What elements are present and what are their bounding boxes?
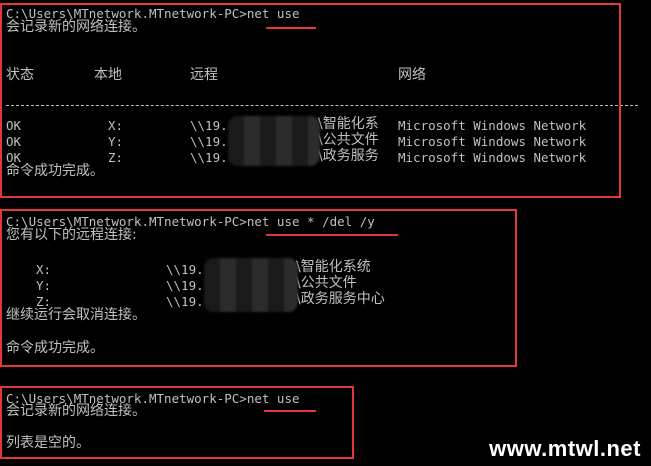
highlight-box-2 (0, 209, 517, 367)
underline-2 (266, 234, 398, 236)
underline-3 (264, 410, 316, 412)
highlight-box-3 (0, 386, 354, 459)
underline-1 (266, 27, 316, 29)
watermark-text: www.mtwl.net (489, 436, 641, 461)
highlight-box-1 (0, 3, 621, 198)
